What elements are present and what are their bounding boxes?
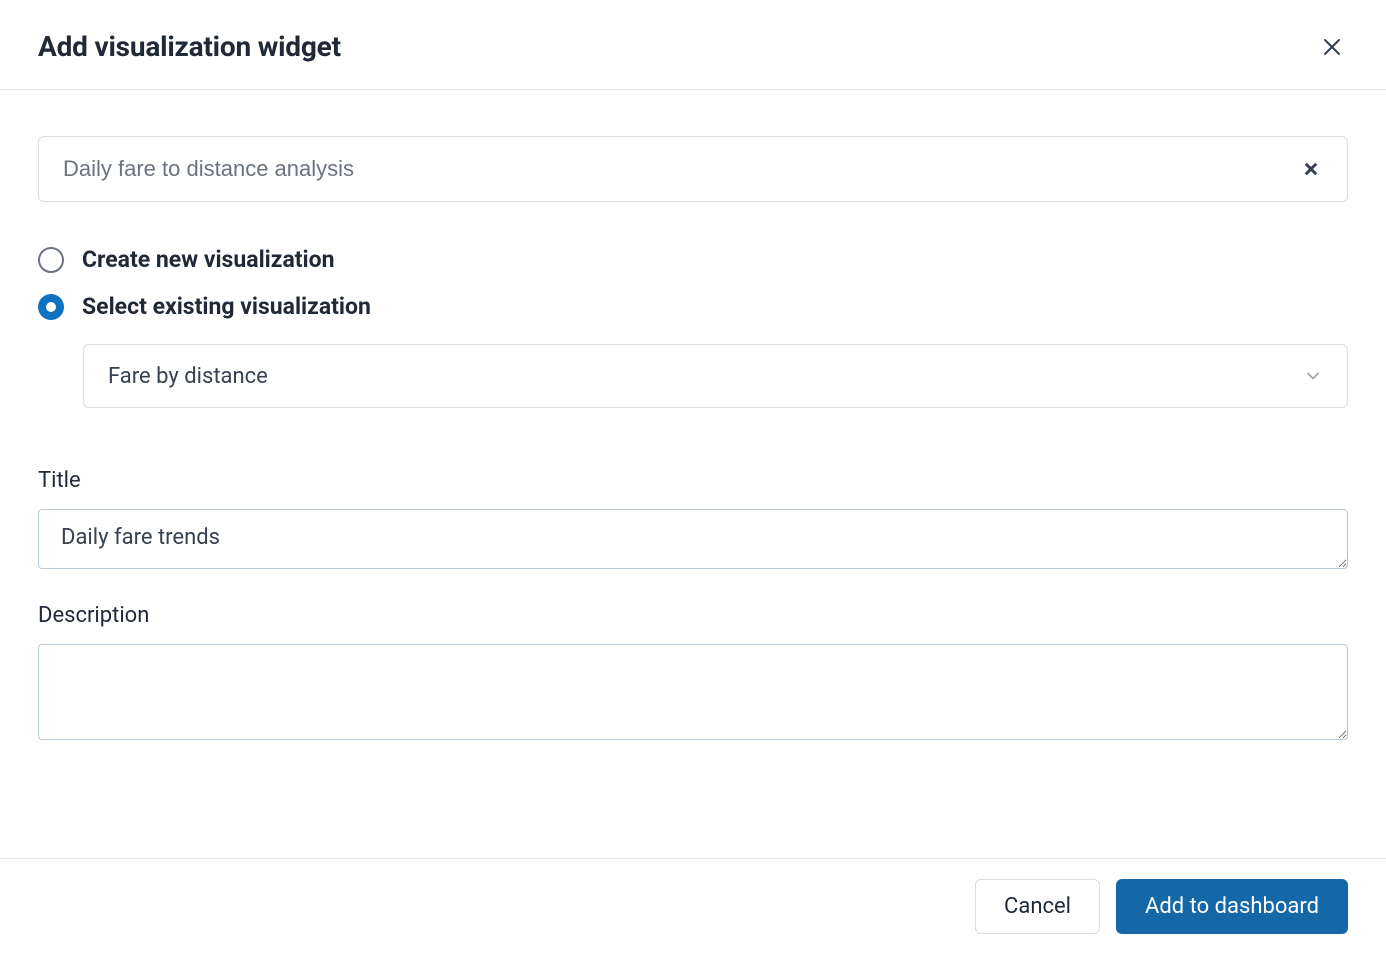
- description-label: Description: [38, 603, 1348, 628]
- add-visualization-modal: Add visualization widget Create new visu…: [0, 0, 1386, 964]
- description-field-group: Description: [38, 603, 1348, 744]
- visualization-select[interactable]: Fare by distance: [83, 344, 1348, 408]
- search-row: [38, 136, 1348, 202]
- close-icon: [1320, 35, 1344, 59]
- visualization-select-row: Fare by distance: [83, 344, 1348, 408]
- close-button[interactable]: [1316, 31, 1348, 63]
- x-icon: [1302, 160, 1320, 178]
- modal-header: Add visualization widget: [0, 0, 1386, 90]
- modal-title: Add visualization widget: [38, 30, 341, 63]
- search-input[interactable]: [63, 156, 1299, 182]
- description-input[interactable]: [38, 644, 1348, 740]
- radio-select-existing[interactable]: Select existing visualization: [38, 283, 1348, 330]
- clear-search-button[interactable]: [1299, 157, 1323, 181]
- modal-body: Create new visualization Select existing…: [0, 90, 1386, 858]
- add-to-dashboard-button[interactable]: Add to dashboard: [1116, 879, 1348, 934]
- radio-label-create: Create new visualization: [82, 246, 335, 273]
- title-label: Title: [38, 468, 1348, 493]
- chevron-down-icon: [1303, 366, 1323, 386]
- visualization-select-value: Fare by distance: [108, 364, 268, 389]
- title-input[interactable]: [38, 509, 1348, 569]
- radio-icon: [38, 247, 64, 273]
- title-field-group: Title: [38, 468, 1348, 573]
- radio-icon: [38, 294, 64, 320]
- modal-footer: Cancel Add to dashboard: [0, 858, 1386, 964]
- radio-label-select: Select existing visualization: [82, 293, 371, 320]
- radio-create-new[interactable]: Create new visualization: [38, 236, 1348, 283]
- visualization-source-radio-group: Create new visualization Select existing…: [38, 236, 1348, 330]
- cancel-button[interactable]: Cancel: [975, 879, 1100, 934]
